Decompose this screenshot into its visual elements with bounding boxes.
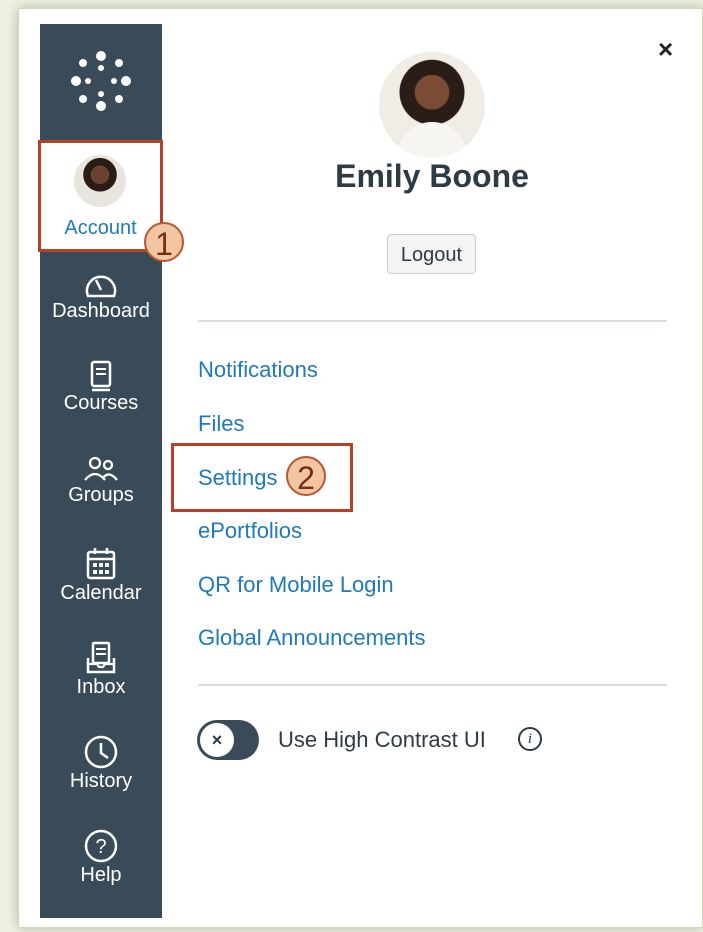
step-callout-2: 2: [286, 456, 326, 496]
link-files[interactable]: Files: [198, 411, 244, 437]
nav-item-groups[interactable]: Groups: [40, 454, 162, 506]
nav-label-inbox: Inbox: [76, 676, 126, 698]
nav-item-calendar[interactable]: Calendar: [40, 546, 162, 604]
inbox-icon: [86, 641, 116, 674]
nav-item-dashboard[interactable]: Dashboard: [40, 270, 162, 322]
nav-label-history: History: [69, 770, 133, 792]
account-avatar: [74, 155, 126, 207]
step-callout-1: 1: [144, 222, 184, 262]
link-qr-mobile-login[interactable]: QR for Mobile Login: [198, 572, 394, 598]
link-notifications[interactable]: Notifications: [198, 357, 318, 383]
nav-label-help: Help: [80, 864, 122, 886]
nav-label-calendar: Calendar: [60, 582, 142, 604]
calendar-icon: [86, 548, 116, 580]
high-contrast-label: Use High Contrast UI: [278, 727, 486, 752]
link-eportfolios[interactable]: ePortfolios: [198, 518, 302, 544]
divider-bottom: [198, 684, 667, 686]
close-tray-button[interactable]: ×: [658, 34, 673, 65]
nav-item-courses[interactable]: Courses: [40, 360, 162, 414]
profile-avatar: [379, 52, 485, 158]
high-contrast-toggle[interactable]: ×: [197, 720, 259, 760]
nav-label-account: Account: [64, 217, 137, 239]
divider-top: [198, 320, 667, 322]
history-icon: [84, 735, 118, 769]
help-icon: ?: [84, 829, 118, 863]
link-global-announcements[interactable]: Global Announcements: [198, 625, 426, 651]
nav-label-courses: Courses: [63, 392, 139, 414]
logout-button[interactable]: Logout: [387, 234, 476, 274]
nav-label-dashboard: Dashboard: [52, 300, 150, 322]
groups-icon: [84, 456, 118, 481]
nav-item-help[interactable]: ? Help: [40, 828, 162, 886]
nav-item-history[interactable]: History: [40, 734, 162, 792]
nav-label-groups: Groups: [68, 484, 134, 506]
canvas-logo-icon[interactable]: [64, 44, 138, 118]
svg-text:?: ?: [95, 836, 106, 858]
courses-icon: [90, 360, 112, 392]
user-name: Emily Boone: [335, 158, 529, 194]
toggle-off-icon: ×: [199, 722, 235, 758]
info-icon[interactable]: i: [518, 727, 542, 751]
nav-item-inbox[interactable]: Inbox: [40, 640, 162, 698]
dashboard-icon: [85, 275, 117, 298]
